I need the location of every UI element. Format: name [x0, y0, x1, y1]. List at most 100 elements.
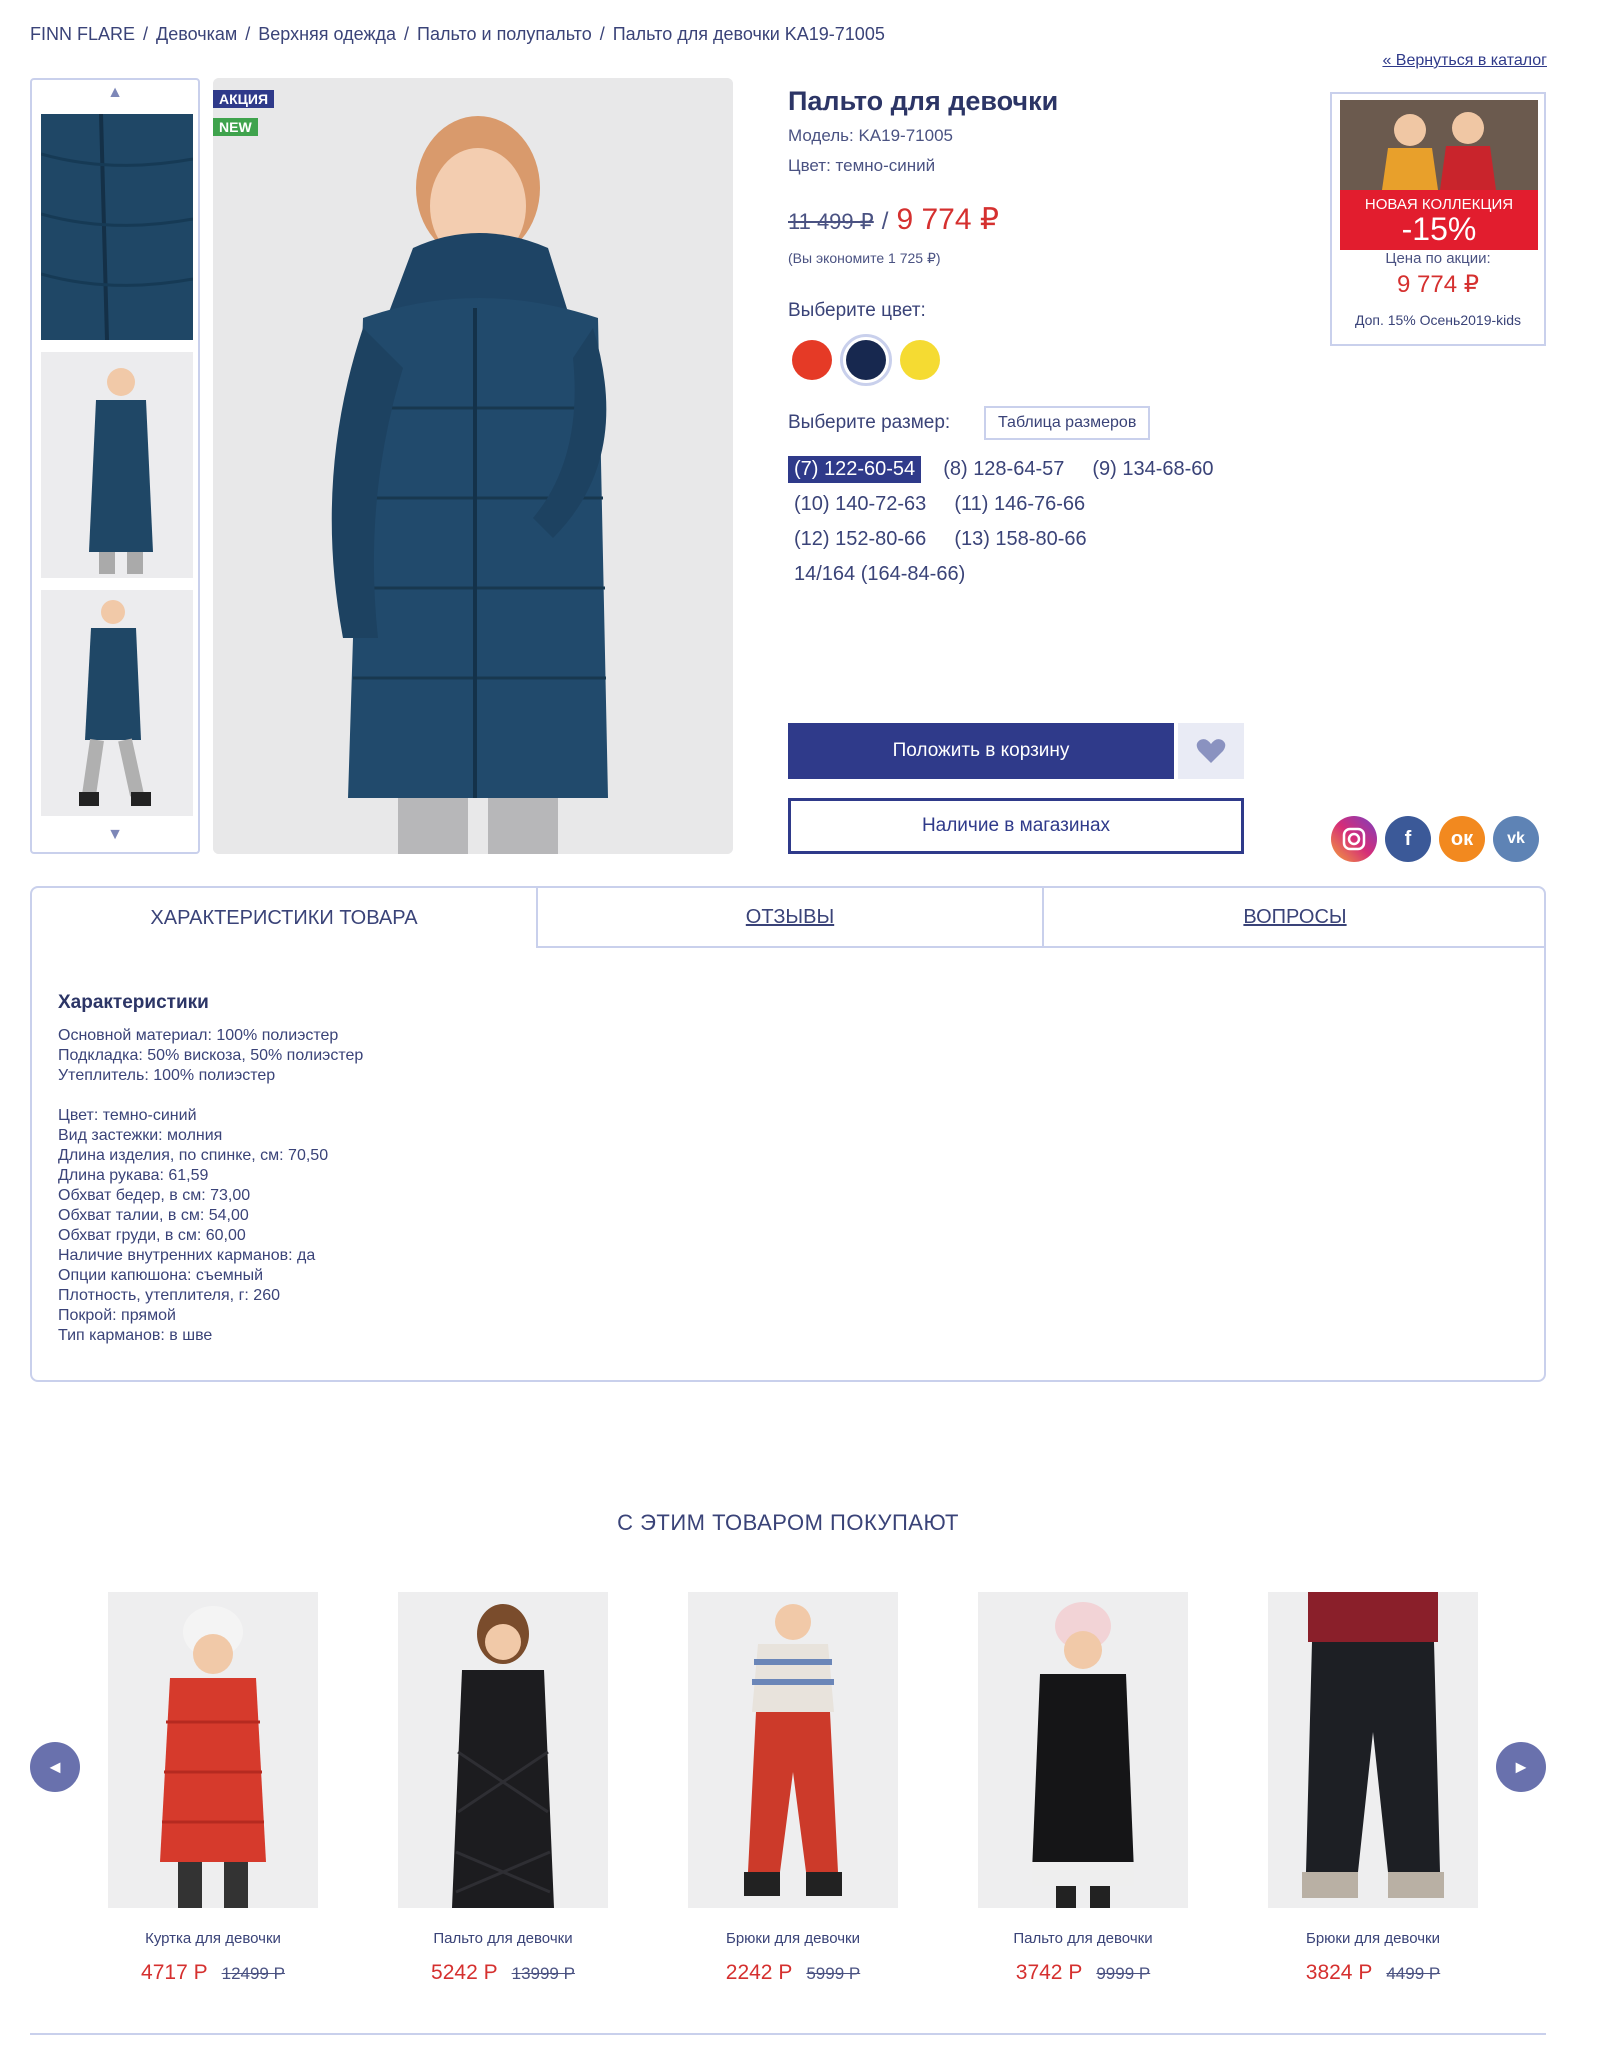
thumb-up-arrow-icon[interactable]: ▲ — [32, 84, 198, 102]
thumbnail-3[interactable] — [41, 590, 193, 816]
color-swatch-red[interactable] — [792, 340, 832, 380]
vk-icon[interactable]: vk — [1493, 816, 1539, 862]
thumb-down-arrow-icon[interactable]: ▼ — [32, 826, 198, 844]
sale-badge: АКЦИЯ — [213, 90, 275, 108]
specs-heading: Характеристики — [58, 992, 209, 1013]
coat-detail-image — [41, 114, 193, 340]
breadcrumb-item-coats[interactable]: Пальто и полупальто — [417, 24, 592, 45]
product-old-price: 12499 Р — [221, 1964, 285, 1983]
black-coat-pink-hat-photo — [978, 1592, 1188, 1908]
main-product-image[interactable] — [213, 78, 733, 854]
spec-line: Опции капюшона: съемный — [58, 1267, 264, 1284]
promo-price: 9 774 ₽ — [1397, 271, 1479, 298]
spec-line: Вид застежки: молния — [58, 1127, 223, 1144]
product-price: 4717 Р — [141, 1961, 208, 1984]
product-old-price: 4499 Р — [1386, 1964, 1441, 1983]
promo-banner[interactable]: НОВАЯ КОЛЛЕКЦИЯ -15% Цена по акции: 9 77… — [1330, 92, 1546, 346]
product-image[interactable] — [1268, 1592, 1478, 1908]
product-old-price: 5999 Р — [806, 1964, 861, 1983]
stores-availability-button[interactable]: Наличие в магазинах — [788, 798, 1244, 854]
color-swatch-navy[interactable] — [840, 334, 892, 386]
size-option[interactable]: (12) 152-80-66 — [788, 526, 932, 553]
black-coat-photo — [398, 1592, 608, 1908]
recommended-product-card[interactable]: Брюки для девочки 2242 Р 5999 Р — [688, 1592, 898, 1985]
product-image[interactable] — [398, 1592, 608, 1908]
heart-icon — [1196, 739, 1226, 763]
recommended-product-card[interactable]: Пальто для девочки 5242 Р 13999 Р — [398, 1592, 608, 1985]
add-to-cart-button[interactable]: Положить в корзину — [788, 723, 1174, 779]
product-name[interactable]: Куртка для девочки — [108, 1930, 318, 1947]
recommended-product-card[interactable]: Брюки для девочки 3824 Р 4499 Р — [1268, 1592, 1478, 1985]
product-old-price: 13999 Р — [511, 1964, 575, 1983]
carousel-next-button[interactable]: ► — [1496, 1742, 1546, 1792]
product-model: Модель: KA19-71005 — [788, 126, 953, 145]
spec-line: Тип карманов: в шве — [58, 1327, 213, 1344]
arrow-left-icon: ◄ — [46, 1756, 64, 1777]
spec-line: Длина рукава: 61,59 — [58, 1167, 209, 1184]
odnoklassniki-icon[interactable]: ок — [1439, 816, 1485, 862]
breadcrumb-item-girls[interactable]: Девочкам — [156, 24, 237, 45]
promo-price-label: Цена по акции: — [1385, 250, 1491, 267]
product-price: 5242 Р — [431, 1961, 498, 1984]
favorite-button[interactable] — [1178, 723, 1244, 779]
promo-discount-block: НОВАЯ КОЛЛЕКЦИЯ -15% — [1340, 190, 1538, 250]
promo-collection-text: НОВАЯ КОЛЛЕКЦИЯ — [1364, 196, 1514, 213]
product-price: 3742 Р — [1015, 1961, 1083, 1984]
promo-image — [1340, 100, 1538, 190]
black-pants-photo — [1268, 1592, 1478, 1908]
breadcrumb-separator: / — [143, 24, 149, 44]
breadcrumb-item-outerwear[interactable]: Верхняя одежда — [258, 24, 396, 45]
promo-discount: -15% — [1401, 211, 1477, 247]
specs-details: Цвет: темно-синий Вид застежки: молния Д… — [58, 1106, 328, 1346]
product-name[interactable]: Пальто для девочки — [978, 1930, 1188, 1947]
product-name[interactable]: Брюки для девочки — [688, 1930, 898, 1947]
girl-in-coat-side-image — [41, 352, 193, 578]
product-color: Цвет: темно-синий — [788, 156, 936, 175]
thumbnail-2[interactable] — [41, 352, 193, 578]
product-image[interactable] — [688, 1592, 898, 1908]
spec-line: Наличие внутренних карманов: да — [58, 1247, 316, 1264]
carousel-prev-button[interactable]: ◄ — [30, 1742, 80, 1792]
size-option[interactable]: 14/164 (164-84-66) — [788, 561, 971, 588]
size-table-button[interactable]: Таблица размеров — [984, 406, 1151, 440]
recommended-product-card[interactable]: Пальто для девочки 3742 Р 9999 Р — [978, 1592, 1188, 1985]
product-prices: 3824 Р 4499 Р — [1268, 1961, 1478, 1985]
tab-reviews[interactable]: ОТЗЫВЫ — [536, 888, 1042, 948]
spec-line: Обхват бедер, в см: 73,00 — [58, 1187, 251, 1204]
size-options: (7) 122-60-54 (8) 128-64-57 (9) 134-68-6… — [788, 456, 1248, 588]
tab-questions[interactable]: ВОПРОСЫ — [1042, 888, 1546, 948]
product-name[interactable]: Пальто для девочки — [398, 1930, 608, 1947]
spec-line: Утеплитель: 100% полиэстер — [58, 1067, 276, 1084]
tab-characteristics[interactable]: ХАРАКТЕРИСТИКИ ТОВАРА — [32, 888, 536, 948]
breadcrumb-item-home[interactable]: FINN FLARE — [30, 24, 135, 45]
facebook-icon[interactable]: f — [1385, 816, 1431, 862]
spec-line: Основной материал: 100% полиэстер — [58, 1027, 339, 1044]
back-to-catalog-link[interactable]: « Вернуться в каталог — [1382, 52, 1547, 70]
breadcrumb-item-current: Пальто для девочки KA19-71005 — [612, 24, 885, 44]
choose-size-label: Выберите размер: — [788, 412, 951, 433]
thumbnail-1[interactable] — [41, 114, 193, 340]
instagram-icon[interactable] — [1331, 816, 1377, 862]
size-option[interactable]: (8) 128-64-57 — [937, 456, 1070, 483]
product-price: 2242 Р — [725, 1961, 793, 1984]
product-name[interactable]: Брюки для девочки — [1268, 1930, 1478, 1947]
spec-line: Цвет: темно-синий — [58, 1107, 197, 1124]
size-option[interactable]: (9) 134-68-60 — [1086, 456, 1219, 483]
product-prices: 3742 Р 9999 Р — [978, 1961, 1188, 1985]
arrow-right-icon: ► — [1512, 1756, 1530, 1777]
saving-text: (Вы экономите 1 725 ₽) — [788, 250, 941, 266]
product-tabs: ХАРАКТЕРИСТИКИ ТОВАРА ОТЗЫВЫ ВОПРОСЫ Хар… — [30, 886, 1546, 1382]
recommended-title: С ЭТИМ ТОВАРОМ ПОКУПАЮТ — [617, 1510, 959, 1535]
recommended-product-card[interactable]: Куртка для девочки 4717 Р 12499 Р — [108, 1592, 318, 1985]
promo-girls-photo — [1340, 100, 1538, 190]
color-swatch-yellow[interactable] — [900, 340, 940, 380]
color-swatches — [792, 334, 940, 386]
red-jacket-photo — [108, 1592, 318, 1908]
size-option[interactable]: (10) 140-72-63 — [788, 491, 932, 518]
size-option[interactable]: (7) 122-60-54 — [788, 456, 922, 483]
size-option[interactable]: (13) 158-80-66 — [948, 526, 1092, 553]
size-option[interactable]: (11) 146-76-66 — [948, 491, 1091, 518]
product-image[interactable] — [978, 1592, 1188, 1908]
product-image[interactable] — [108, 1592, 318, 1908]
red-pants-photo — [688, 1592, 898, 1908]
